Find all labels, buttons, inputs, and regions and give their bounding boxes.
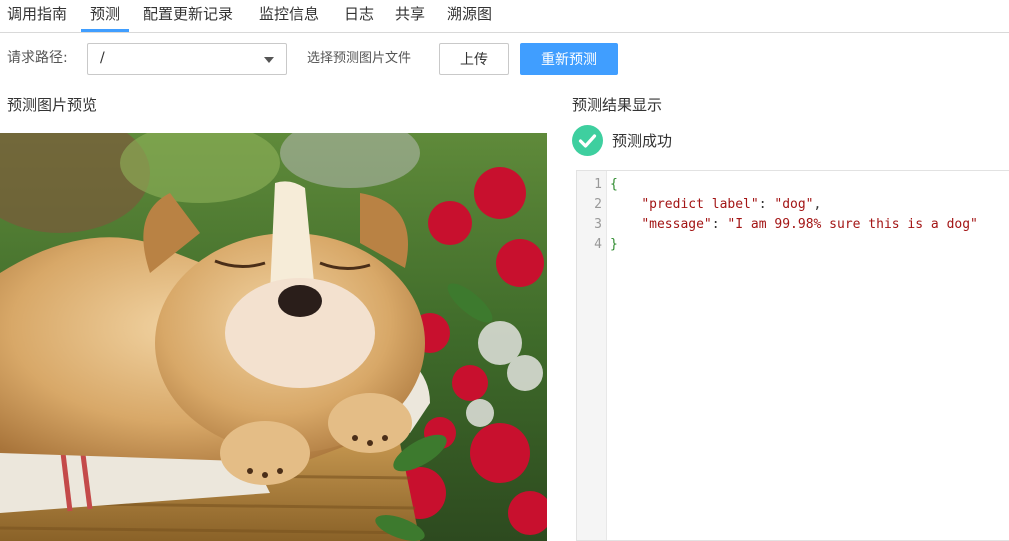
json-key: "message" xyxy=(641,217,712,232)
code-line: } xyxy=(610,235,618,255)
request-path-value: / xyxy=(100,50,105,66)
check-circle-icon xyxy=(572,125,603,156)
preview-title: 预测图片预览 xyxy=(7,96,98,114)
line-number: 2 xyxy=(594,197,602,212)
repredict-button[interactable]: 重新预测 xyxy=(520,43,618,75)
tab-share[interactable]: 共享 xyxy=(395,0,425,32)
tab-bar: 调用指南 预测 配置更新记录 监控信息 日志 共享 溯源图 xyxy=(0,0,1009,33)
request-path-select[interactable]: / xyxy=(87,43,287,75)
json-open-brace: { xyxy=(610,177,618,192)
result-title: 预测结果显示 xyxy=(572,96,663,114)
code-line: { xyxy=(610,175,618,195)
json-close-brace: } xyxy=(610,237,618,252)
code-line: "predict label": "dog", xyxy=(641,197,822,212)
line-number-gutter: 1 2 3 4 xyxy=(577,171,607,540)
code-line: "message": "I am 99.98% sure this is a d… xyxy=(641,217,978,232)
line-number: 3 xyxy=(594,217,602,232)
json-key: "predict label" xyxy=(641,197,759,212)
tab-usage-guide[interactable]: 调用指南 xyxy=(7,0,67,32)
tab-predict[interactable]: 预测 xyxy=(81,0,130,32)
upload-button[interactable]: 上传 xyxy=(439,43,509,75)
tab-config-history[interactable]: 配置更新记录 xyxy=(143,0,233,32)
line-number: 1 xyxy=(594,177,602,192)
request-path-label: 请求路径: xyxy=(7,50,68,66)
tab-logs[interactable]: 日志 xyxy=(344,0,374,32)
preview-image xyxy=(0,133,547,541)
line-number: 4 xyxy=(594,237,602,252)
json-value: "dog" xyxy=(774,197,814,212)
json-value: "I am 99.98% sure this is a dog" xyxy=(727,217,978,232)
status-text: 预测成功 xyxy=(612,132,673,150)
result-code-editor[interactable]: 1 2 3 4 { "predict label": "dog", "messa… xyxy=(576,170,1009,541)
select-file-label: 选择预测图片文件 xyxy=(307,51,412,66)
chevron-down-icon xyxy=(264,57,274,63)
tab-monitoring[interactable]: 监控信息 xyxy=(259,0,319,32)
tab-lineage[interactable]: 溯源图 xyxy=(447,0,492,32)
